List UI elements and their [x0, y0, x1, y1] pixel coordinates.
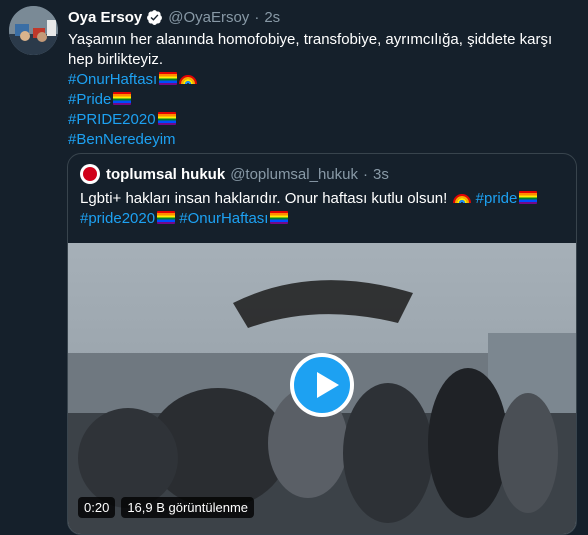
hashtag-link[interactable]: #OnurHaftası — [68, 70, 573, 90]
pride-flag-icon — [519, 191, 538, 204]
quoted-avatar[interactable] — [80, 164, 100, 184]
hashtag-link[interactable]: #PRIDE2020 — [68, 110, 573, 130]
pride-flag-icon — [157, 112, 176, 125]
tweet-text: Yaşamın her alanında homofobiye, transfo… — [68, 30, 573, 150]
quoted-tweet[interactable]: toplumsal hukuk @toplumsal_hukuk · 3s Lg… — [67, 153, 577, 535]
hashtag-link[interactable]: #Pride — [68, 90, 573, 110]
tweet-body: Yaşamın her alanında homofobiye, transfo… — [68, 31, 553, 68]
hashtag-link[interactable]: #OnurHaftası — [179, 210, 289, 227]
pride-flag-icon — [159, 72, 178, 85]
video-player[interactable]: 0:20 16,9 B görüntülenme — [68, 243, 576, 534]
author-handle[interactable]: @OyaErsoy — [168, 9, 249, 26]
pride-flag-icon — [270, 211, 289, 224]
video-view-count: 16,9 B görüntülenme — [121, 497, 255, 518]
hashtag-link[interactable]: #BenNeredeyim — [68, 130, 573, 150]
rainbow-icon — [453, 194, 472, 203]
author-name[interactable]: Oya Ersoy — [68, 9, 142, 26]
hashtag-link[interactable]: #pride — [476, 190, 538, 207]
pride-flag-icon — [157, 211, 176, 224]
quoted-body: Lgbti+ hakları insan haklarıdır. Onur ha… — [80, 190, 448, 207]
quoted-tweet-header: toplumsal hukuk @toplumsal_hukuk · 3s — [80, 164, 389, 184]
hashtag-link[interactable]: #pride2020 — [80, 210, 176, 227]
pride-flag-icon — [113, 92, 132, 105]
rainbow-icon — [179, 75, 198, 84]
avatar[interactable] — [9, 6, 58, 55]
quoted-author-handle[interactable]: @toplumsal_hukuk — [230, 166, 358, 183]
verified-icon — [147, 10, 163, 25]
tweet[interactable]: Oya Ersoy @OyaErsoy · 2s Yaşamın her ala… — [0, 0, 588, 535]
play-button[interactable] — [290, 353, 354, 417]
quoted-author-name[interactable]: toplumsal hukuk — [106, 166, 225, 183]
video-duration: 0:20 — [78, 497, 116, 518]
quoted-timestamp[interactable]: 3s — [373, 166, 389, 183]
separator-dot: · — [362, 165, 368, 183]
quoted-tweet-text: Lgbti+ hakları insan haklarıdır. Onur ha… — [80, 189, 568, 229]
separator-dot: · — [254, 9, 260, 26]
tweet-header: Oya Ersoy @OyaErsoy · 2s — [68, 9, 280, 26]
timestamp[interactable]: 2s — [264, 9, 280, 26]
video-badges: 0:20 16,9 B görüntülenme — [78, 497, 255, 518]
